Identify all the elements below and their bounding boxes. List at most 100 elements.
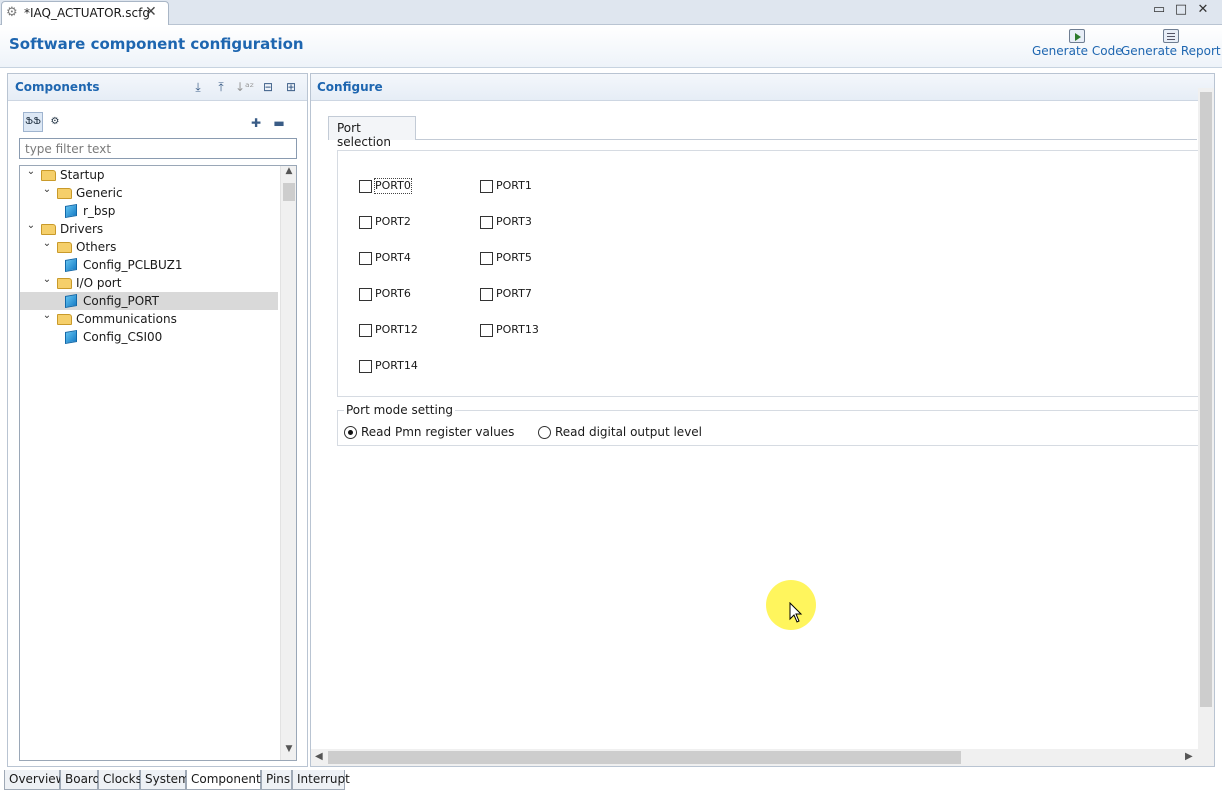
export-icon[interactable]: ⤒ bbox=[213, 80, 229, 94]
checkbox-box[interactable] bbox=[480, 288, 493, 301]
configure-hscroll[interactable]: ◀ ▶ bbox=[311, 749, 1214, 766]
scroll-up-icon[interactable]: ▲ bbox=[281, 166, 296, 176]
component-tree: ⌄ Startup ⌄ Generic r_bsp ⌄ Drivers ⌄ Others Conf… bbox=[19, 165, 297, 761]
folder-icon bbox=[41, 170, 56, 181]
tree-folder[interactable]: ⌄ Communications bbox=[20, 310, 278, 328]
chevron-down-icon[interactable]: ⌄ bbox=[26, 166, 36, 181]
tree-node-label: Others bbox=[76, 240, 117, 254]
checkbox-label: PORT12 bbox=[375, 323, 418, 336]
folder-icon bbox=[57, 278, 72, 289]
maximize-icon[interactable]: □ bbox=[1170, 2, 1192, 17]
bottom-tab-overview[interactable]: Overview bbox=[4, 770, 66, 790]
collapse-all-icon[interactable]: ⊟ bbox=[260, 80, 276, 94]
checkbox-label: PORT3 bbox=[496, 215, 532, 228]
tree-component[interactable]: Config_PCLBUZ1 bbox=[20, 256, 278, 274]
generate-code-icon bbox=[1069, 29, 1086, 43]
tree-component[interactable]: Config_PORT bbox=[20, 292, 278, 310]
generate-code-button[interactable]: Generate Code bbox=[1032, 29, 1123, 58]
bottom-tab-interrupt[interactable]: Interrupt bbox=[292, 770, 350, 790]
bottom-tab-board[interactable]: Board bbox=[60, 770, 100, 790]
chevron-down-icon[interactable]: ⌄ bbox=[42, 235, 52, 253]
configure-hscroll-thumb[interactable] bbox=[328, 751, 961, 764]
tree-folder[interactable]: ⌄ Startup bbox=[20, 166, 278, 184]
folder-icon bbox=[57, 314, 72, 325]
tree-folder[interactable]: ⌄ Generic bbox=[20, 184, 278, 202]
chevron-down-icon[interactable]: ⌄ bbox=[42, 271, 52, 289]
tree-node-label: Startup bbox=[60, 168, 105, 182]
component-icon bbox=[65, 203, 77, 219]
remove-component-icon[interactable]: ▬ bbox=[271, 116, 287, 130]
tree-node-label: Generic bbox=[76, 186, 123, 200]
tree-folder[interactable]: ⌄ I/O port bbox=[20, 274, 278, 292]
checkbox-label: PORT14 bbox=[375, 359, 418, 372]
editor-tab-bar: ⚙ *IAQ_ACTUATOR.scfg ✕ ▭ □ ✕ bbox=[0, 0, 1222, 25]
page-header: Software component configuration Generat… bbox=[0, 26, 1222, 68]
checkbox-label: PORT6 bbox=[375, 287, 411, 300]
tree-folder[interactable]: ⌄ Others bbox=[20, 238, 278, 256]
filter-input[interactable] bbox=[19, 138, 297, 159]
checkbox-box[interactable] bbox=[480, 324, 493, 337]
tree-node-label: Config_PORT bbox=[83, 294, 159, 308]
checkbox-box[interactable] bbox=[480, 180, 493, 193]
bottom-tab-pins[interactable]: Pins bbox=[261, 770, 292, 790]
checkbox-box[interactable] bbox=[359, 180, 372, 193]
checkbox-label: PORT7 bbox=[496, 287, 532, 300]
scroll-left-icon[interactable]: ◀ bbox=[315, 751, 323, 762]
tree-node-label: Config_CSI00 bbox=[83, 330, 163, 344]
tree-node-label: I/O port bbox=[76, 276, 122, 290]
close-icon[interactable]: ✕ bbox=[145, 4, 157, 20]
tree-component[interactable]: Config_CSI00 bbox=[20, 328, 278, 346]
configure-vscroll[interactable] bbox=[1198, 88, 1214, 750]
bottom-tab-system[interactable]: System bbox=[140, 770, 190, 790]
sort-az-icon[interactable]: ↓ᵃᶻ bbox=[235, 80, 254, 94]
expand-all-icon[interactable]: ⊞ bbox=[283, 80, 299, 94]
bottom-tab-components[interactable]: Components bbox=[186, 770, 267, 790]
page-title: Software component configuration bbox=[9, 35, 304, 53]
scroll-right-icon[interactable]: ▶ bbox=[1185, 751, 1193, 762]
port-mode-group: Port mode setting Read Pmn register valu… bbox=[337, 403, 1199, 446]
chevron-down-icon[interactable]: ⌄ bbox=[42, 307, 52, 325]
close-window-icon[interactable]: ✕ bbox=[1192, 2, 1214, 17]
add-component-icon[interactable]: ✚ bbox=[248, 116, 264, 130]
gear-icon: ⚙ bbox=[6, 5, 18, 20]
scroll-down-icon[interactable]: ▼ bbox=[281, 744, 296, 754]
tree-folder[interactable]: ⌄ Drivers bbox=[20, 220, 278, 238]
checkbox-box[interactable] bbox=[359, 216, 372, 229]
checkbox-box[interactable] bbox=[359, 288, 372, 301]
generate-report-button[interactable]: Generate Report bbox=[1121, 29, 1221, 58]
checkbox-label: PORT1 bbox=[496, 179, 532, 192]
checkbox-box[interactable] bbox=[359, 252, 372, 265]
category-view-icon[interactable]: ՖՖ bbox=[23, 112, 43, 132]
chevron-down-icon[interactable]: ⌄ bbox=[42, 181, 52, 199]
checkbox-label: PORT4 bbox=[375, 251, 411, 264]
editor-tab-title: *IAQ_ACTUATOR.scfg bbox=[24, 6, 150, 20]
hierarchy-view-icon[interactable]: ⚙ bbox=[45, 112, 65, 132]
folder-icon bbox=[57, 242, 72, 253]
radio-read-digital-indicator[interactable] bbox=[538, 426, 551, 439]
components-header: Components ⤓ ⤒ ↓ᵃᶻ ⊟ ⊞ bbox=[8, 74, 307, 101]
tree-component[interactable]: r_bsp bbox=[20, 202, 278, 220]
configure-title: Configure bbox=[317, 80, 383, 94]
components-title: Components bbox=[15, 80, 100, 94]
bottom-tab-clocks[interactable]: Clocks bbox=[98, 770, 142, 790]
editor-tab[interactable]: ⚙ *IAQ_ACTUATOR.scfg ✕ bbox=[1, 1, 169, 25]
checkbox-box[interactable] bbox=[359, 324, 372, 337]
import-icon[interactable]: ⤓ bbox=[190, 80, 206, 94]
checkbox-label: PORT2 bbox=[375, 215, 411, 228]
tab-port-selection[interactable]: Port selection bbox=[328, 116, 416, 149]
components-panel: Components ⤓ ⤒ ↓ᵃᶻ ⊟ ⊞ ՖՖ ⚙ ✚ ▬ ⌄ Startup… bbox=[7, 73, 308, 767]
checkbox-box[interactable] bbox=[480, 216, 493, 229]
tree-scrollbar[interactable]: ▲ ▼ bbox=[280, 166, 296, 760]
checkbox-label: PORT13 bbox=[496, 323, 539, 336]
folder-icon bbox=[57, 188, 72, 199]
minimize-icon[interactable]: ▭ bbox=[1148, 2, 1170, 17]
checkbox-label: PORT0 bbox=[374, 178, 412, 194]
checkbox-box[interactable] bbox=[359, 360, 372, 373]
radio-read-pmn-indicator[interactable] bbox=[344, 426, 357, 439]
report-icon bbox=[1162, 29, 1179, 43]
configure-area: Port selection PORT0 PORT1 PORT2 PORT3 PORT4… bbox=[328, 104, 1199, 749]
checkbox-box[interactable] bbox=[480, 252, 493, 265]
tree-scroll-thumb[interactable] bbox=[283, 183, 295, 201]
chevron-down-icon[interactable]: ⌄ bbox=[26, 217, 36, 235]
configure-vscroll-thumb[interactable] bbox=[1200, 92, 1212, 707]
